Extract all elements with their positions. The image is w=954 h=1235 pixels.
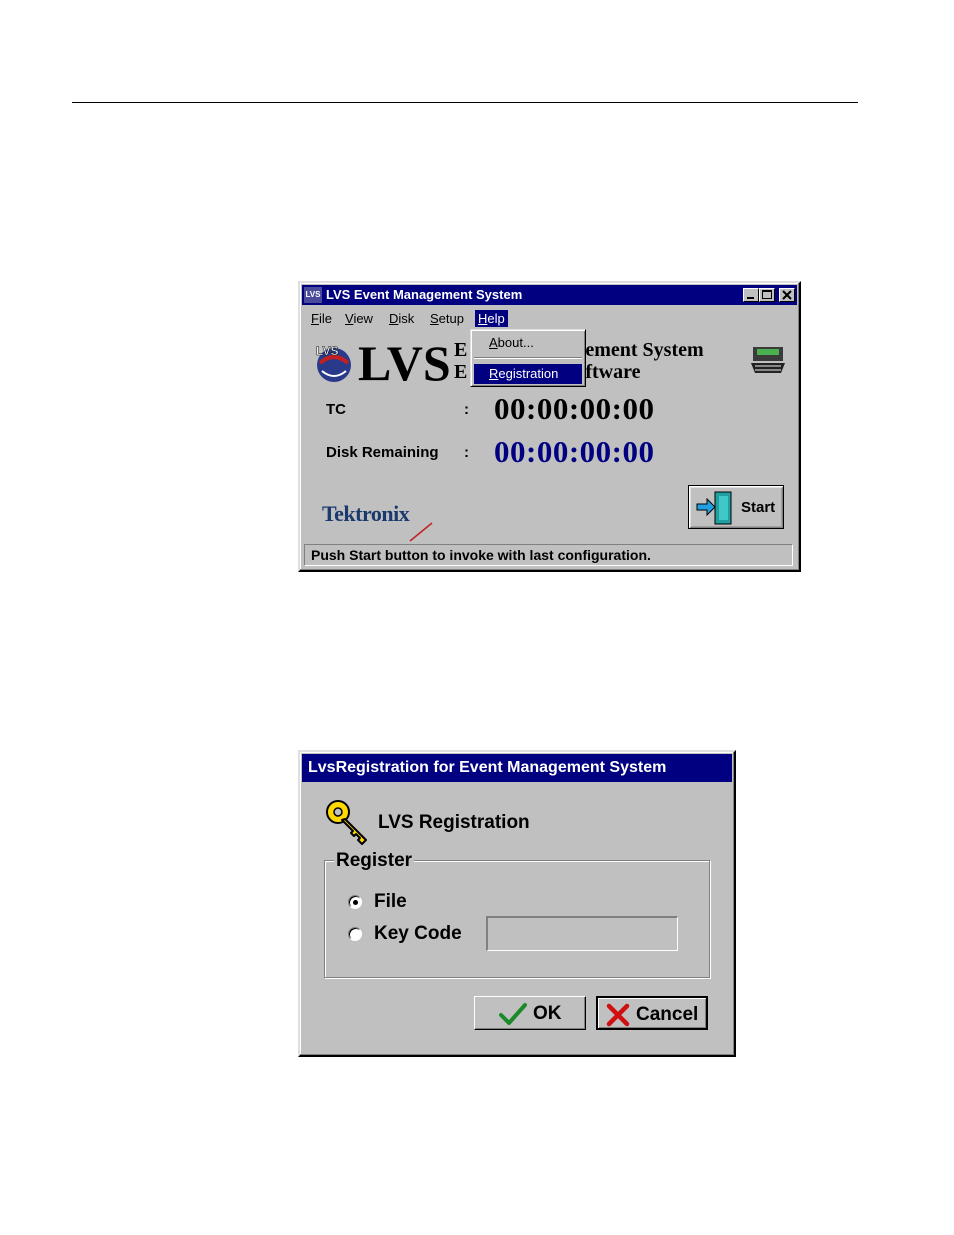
registration-heading: LVS Registration [378, 812, 530, 833]
maximize-icon [762, 290, 772, 299]
ok-button-label: OK [533, 1003, 562, 1024]
help-dropdown-menu: About... Registration [470, 329, 586, 387]
menu-help[interactable]: Help [475, 310, 508, 327]
main-window-title: LVS Event Management System [326, 287, 523, 302]
door-enter-icon [696, 491, 732, 525]
radio-key-code[interactable] [348, 927, 362, 941]
lvs-globe-logo-icon: LVS [316, 344, 351, 382]
registration-dialog-title: LvsRegistration for Event Management Sys… [308, 759, 667, 776]
menu-item-about[interactable]: About... [474, 333, 582, 353]
tape-deck-icon [751, 347, 785, 373]
tektronix-logo: Tektronix [322, 501, 410, 526]
start-button-label: Start [741, 499, 776, 516]
registration-dialog: LvsRegistration for Event Management Sys… [298, 750, 736, 1057]
menu-item-registration[interactable]: Registration [474, 364, 582, 384]
radio-file[interactable] [348, 895, 362, 909]
lvs-app-icon[interactable]: LVS [304, 287, 322, 303]
menubar: File View Disk Setup Help [304, 307, 795, 329]
lvs-logo-text: LVS [358, 335, 451, 391]
radio-key-code-label[interactable]: Key Code [374, 923, 462, 945]
lvs-main-window: LVS LVS Event Management System File Vie… [298, 281, 801, 572]
maximize-button[interactable] [759, 288, 775, 302]
menu-view[interactable]: View [342, 310, 376, 327]
menu-disk[interactable]: Disk [386, 310, 417, 327]
close-button[interactable] [779, 288, 795, 302]
key-icon [326, 800, 367, 845]
start-button[interactable]: Start [688, 485, 784, 529]
disk-remaining-colon: : [464, 444, 469, 461]
main-titlebar[interactable]: LVS LVS Event Management System [302, 285, 797, 305]
key-code-input[interactable] [486, 916, 678, 951]
tc-colon: : [464, 401, 469, 418]
register-group-label: Register [334, 850, 415, 872]
status-bar: Push Start button to invoke with last co… [304, 544, 793, 566]
tc-value: 00:00:00:00 [494, 391, 655, 426]
radio-file-label[interactable]: File [374, 891, 407, 913]
close-icon [782, 290, 792, 300]
disk-remaining-label: Disk Remaining [326, 444, 439, 461]
minimize-button[interactable] [743, 288, 759, 302]
menu-separator [474, 357, 582, 359]
disk-remaining-value: 00:00:00:00 [494, 434, 655, 469]
registration-titlebar[interactable]: LvsRegistration for Event Management Sys… [302, 754, 732, 782]
checkmark-icon [499, 1003, 527, 1025]
tektronix-swoosh-icon [409, 522, 433, 542]
menu-setup[interactable]: Setup [427, 310, 467, 327]
ok-button[interactable]: OK [474, 996, 586, 1030]
svg-text:LVS: LVS [316, 344, 338, 358]
minimize-icon [747, 297, 754, 299]
tc-label: TC [326, 401, 346, 418]
page-top-rule [72, 102, 858, 103]
cancel-button[interactable]: Cancel [596, 996, 708, 1030]
cancel-button-label: Cancel [636, 1004, 699, 1025]
red-x-icon [606, 1003, 630, 1027]
menu-file[interactable]: File [308, 310, 335, 327]
